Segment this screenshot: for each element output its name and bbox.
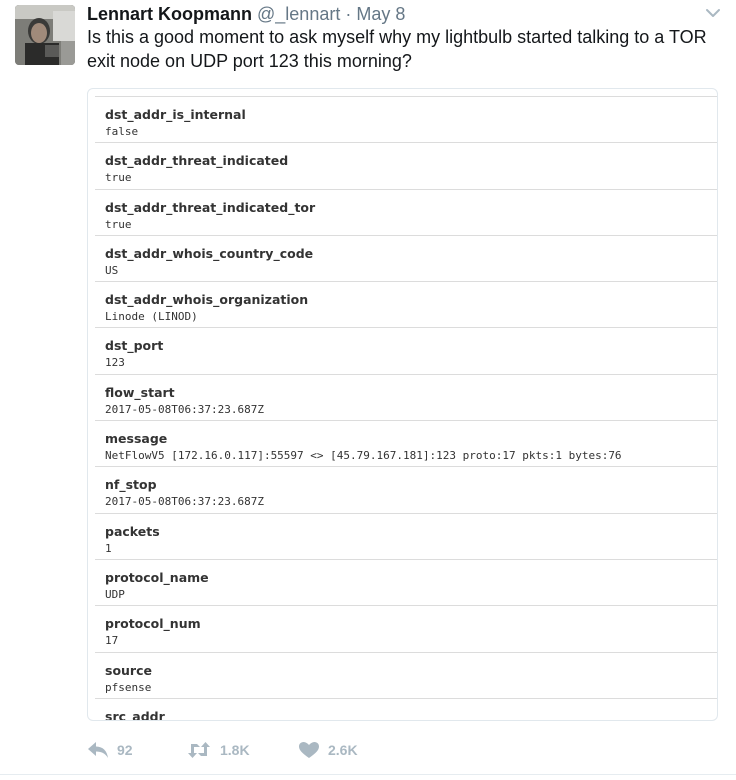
screen-name[interactable]: @_lennart <box>257 4 340 24</box>
field-value: true <box>105 171 132 185</box>
field-row: dst_addr_is_internalfalse <box>95 96 717 142</box>
field-value: UDP <box>105 587 125 601</box>
field-row: packets 1 <box>95 512 717 559</box>
reply-button[interactable]: 92 <box>87 741 186 759</box>
field-row: nf_stop 2017-05-08T06:37:23.687Z <box>95 466 717 512</box>
attached-image[interactable]: dst_addr_is_internal false dst_addr_threat… <box>87 88 718 721</box>
field-key: protocol_name <box>105 569 209 585</box>
field-key: dst_port <box>105 338 164 354</box>
tweet: Lennart Koopmann @_lennart · May 8 Is th… <box>0 0 736 780</box>
field-key: nf_stop <box>105 477 157 493</box>
field-value: NetFlowV5 [172.16.0.117]:55597 <> [45.79… <box>105 449 622 463</box>
field-row: dst_addr_whois_country_code US <box>95 234 717 281</box>
field-row: dst_addr_threat_indicatedtrue <box>95 142 717 188</box>
field-key: flow_start <box>105 384 175 400</box>
field-value: 2017-05-08T06:37:23.687Z <box>105 495 264 509</box>
tweet-header: Lennart Koopmann @_lennart · May 8 <box>87 3 405 25</box>
field-value: US <box>105 263 119 277</box>
field-row: message NetFlowV5 [172.16.0.117]:55597 <>… <box>95 420 717 466</box>
field-key: dst_addr_is_internal <box>105 107 246 122</box>
heart-icon <box>298 741 320 759</box>
field-list: dst_addr_is_internal false dst_addr_threat… <box>88 96 717 721</box>
field-key: src_addr <box>105 708 165 721</box>
field-row: protocol_num 17 <box>95 605 717 651</box>
author-name[interactable]: Lennart Koopmann <box>87 4 252 24</box>
like-button[interactable]: 2.6K <box>298 741 398 759</box>
field-key: dst_addr_threat_indicated_tor <box>105 199 316 215</box>
field-key: message <box>105 431 168 447</box>
field-row: protocol_name UDP <box>95 558 717 605</box>
divider <box>0 774 736 775</box>
retweet-count: 1.8K <box>220 742 250 758</box>
field-value: true <box>105 217 132 231</box>
field-key: dst_addr_threat_indicated <box>105 153 289 169</box>
field-key: dst_addr_whois_organization <box>105 292 309 308</box>
field-row: src_addr <box>95 697 717 721</box>
field-row: dst_port 123 <box>95 327 717 373</box>
reply-icon <box>87 741 109 759</box>
tweet-date[interactable]: May 8 <box>356 4 405 24</box>
tweet-text: Is this a good moment to ask myself why … <box>87 27 707 71</box>
field-value: 123 <box>105 356 125 370</box>
field-value: 17 <box>105 634 119 648</box>
field-key: protocol_num <box>105 616 201 632</box>
like-count: 2.6K <box>328 742 358 758</box>
retweet-button[interactable]: 1.8K <box>186 741 298 759</box>
field-row: source pfsense <box>95 651 717 698</box>
field-value: false <box>105 125 139 138</box>
field-key: packets <box>105 523 160 539</box>
reply-count: 92 <box>117 742 133 758</box>
retweet-icon <box>186 741 212 759</box>
field-key: dst_addr_whois_country_code <box>105 245 314 261</box>
field-row: dst_addr_whois_organization Linode (LINOD… <box>95 281 717 327</box>
field-row: flow_start 2017-05-08T06:37:23.687Z <box>95 373 717 420</box>
header-separator: · <box>345 4 352 24</box>
chevron-down-icon[interactable] <box>704 4 722 22</box>
field-key: source <box>105 662 152 678</box>
field-row: dst_addr_threat_indicated_tortrue <box>95 188 717 235</box>
avatar[interactable] <box>15 5 75 65</box>
field-value: Linode (LINOD) <box>105 310 198 324</box>
field-value: pfsense <box>105 680 152 694</box>
field-value: 2017-05-08T06:37:23.687Z <box>105 402 264 416</box>
tweet-actions: 92 1.8K 2.6K <box>87 738 398 762</box>
field-value: 1 <box>105 541 112 555</box>
